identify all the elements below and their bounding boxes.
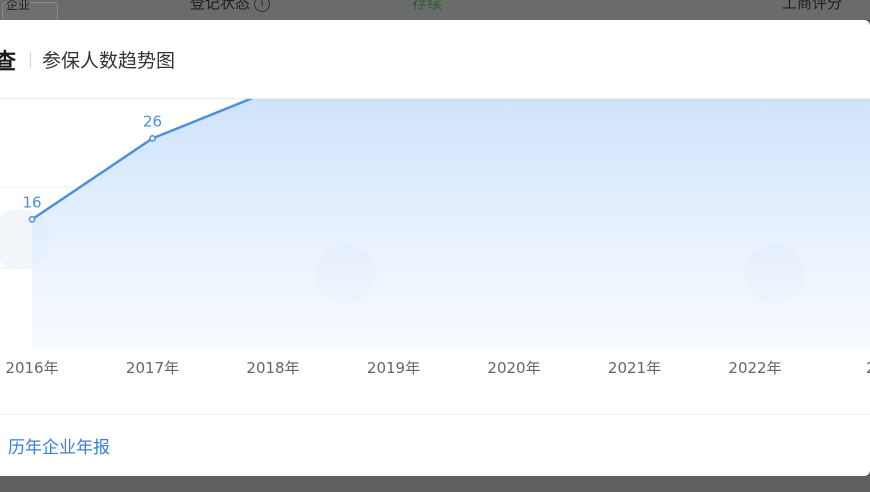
brand-logo-text: 查 — [0, 50, 18, 75]
data-point — [149, 135, 156, 142]
background-page: 企业 登记状态 i 存续 工商评分 — [0, 0, 870, 20]
modal-header: 查 参保人数趋势图 — [0, 20, 870, 99]
data-label: 26 — [143, 112, 162, 130]
background-status-text: 登记状态 — [190, 0, 251, 12]
modal-title: 参保人数趋势图 — [42, 50, 176, 72]
x-tick-label: 2017年 — [126, 359, 179, 377]
x-tick-label: 2019年 — [367, 359, 420, 377]
insured-trend-chart: 162632354545484 2016年2017年2018年2019年2020… — [0, 20, 870, 377]
background-cell-status-value: 存续 — [412, 0, 443, 12]
annual-report-link[interactable]: 历年企业年报 — [8, 433, 110, 458]
x-tick-label: 2020年 — [487, 359, 540, 377]
x-tick-label: 2021年 — [608, 359, 661, 377]
background-cell-score: 工商评分 — [782, 0, 843, 12]
modal-footer: 历年企业年报 — [0, 414, 870, 476]
background-cell-status-label: 登记状态 i — [190, 0, 271, 13]
x-tick-label: 2018年 — [246, 359, 299, 377]
info-icon: i — [254, 0, 271, 12]
chart-area: 162632354545484 2016年2017年2018年2019年2020… — [0, 20, 870, 414]
trend-modal: 查 参保人数趋势图 162632354545484 2016年2017年2018… — [0, 20, 870, 476]
x-tick-label: 2016年 — [5, 359, 58, 377]
header-divider — [30, 52, 31, 68]
background-cell-company: 企业 — [6, 0, 31, 12]
x-tick-label: 20 — [866, 359, 870, 377]
x-tick-label: 2022年 — [728, 359, 781, 377]
data-point — [28, 216, 36, 223]
x-tick-layer: 2016年 2017年 2018年 2019年 2020年 2021年 2022年 20 — [5, 359, 870, 377]
data-label: 16 — [22, 193, 41, 211]
